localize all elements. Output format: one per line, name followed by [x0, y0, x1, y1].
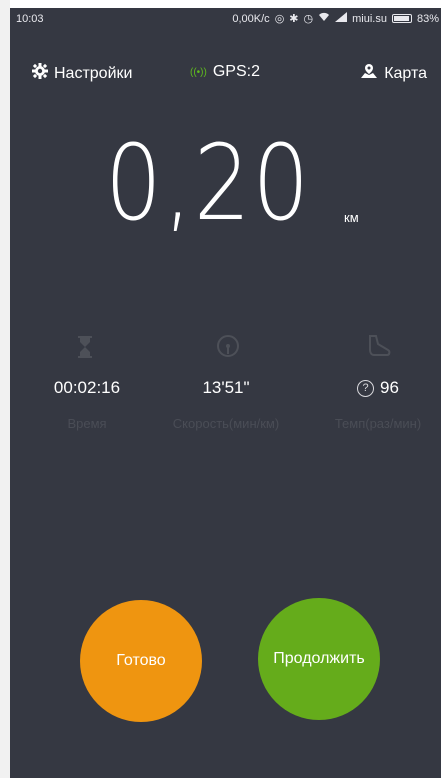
battery-icon — [391, 14, 412, 23]
status-bar: 10:03 0,00K/c ◎ ✱ ◷ miui.su 83% — [10, 8, 441, 30]
distance-value: 0,20 — [105, 122, 312, 244]
time-label: Время — [67, 416, 107, 431]
time-value: 00:02:16 — [53, 378, 121, 397]
speed-value: 13'51" — [202, 378, 250, 397]
left-edge — [0, 0, 10, 778]
shoe-icon — [366, 334, 392, 365]
network-speed: 0,00K/c — [232, 12, 270, 25]
gps-signal-icon: ((•)) — [190, 66, 207, 78]
top-bar: Настройки ((•)) GPS:2 Карта — [10, 63, 441, 87]
done-label: Готово — [116, 652, 166, 669]
settings-button[interactable]: Настройки — [32, 63, 132, 84]
app-screen: 10:03 0,00K/c ◎ ✱ ◷ miui.su 83% Настройк… — [10, 8, 441, 778]
continue-label: Продолжить — [273, 650, 365, 667]
status-right: 0,00K/c ◎ ✱ ◷ miui.su 83% — [232, 12, 439, 25]
speedometer-icon — [216, 334, 240, 365]
continue-button[interactable]: Продолжить — [258, 598, 380, 720]
sync-icon: ◎ — [274, 12, 285, 25]
gear-icon — [32, 63, 48, 84]
map-pin-icon — [360, 63, 378, 84]
distance-unit: км — [344, 210, 359, 225]
gps-label: GPS:2 — [212, 63, 260, 80]
wifi-icon — [318, 12, 330, 25]
signal-icon — [335, 12, 348, 25]
alarm-icon: ◷ — [303, 12, 314, 25]
cadence-value-wrap: ? 96 — [328, 378, 428, 398]
hourglass-icon — [78, 334, 92, 365]
speed-label: Скорость(мин/км) — [172, 416, 280, 431]
bluetooth-icon: ✱ — [289, 12, 299, 25]
help-icon[interactable]: ? — [357, 379, 375, 397]
settings-label: Настройки — [54, 64, 133, 82]
done-button[interactable]: Готово — [80, 600, 202, 722]
map-button[interactable]: Карта — [360, 63, 427, 84]
battery-level: 83% — [416, 12, 439, 25]
cadence-value: 96 — [380, 378, 399, 397]
map-label: Карта — [384, 64, 427, 82]
carrier-name: miui.su — [352, 12, 387, 25]
gps-status: ((•)) GPS:2 — [190, 63, 260, 81]
status-time: 10:03 — [16, 13, 44, 25]
cadence-label: Темп(раз/мин) — [334, 416, 422, 431]
